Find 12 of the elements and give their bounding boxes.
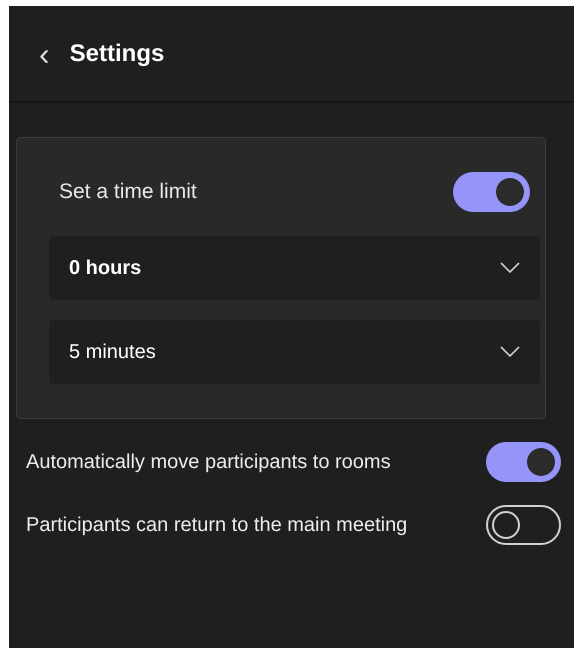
option-label: Automatically move participants to rooms [26,450,392,475]
time-limit-label: Set a time limit [59,180,197,204]
back-button[interactable]: ‹ [39,38,50,70]
toggle-switch[interactable] [453,172,530,212]
toggle-switch[interactable] [486,505,561,545]
chevron-down-icon [500,346,520,358]
option-label: Participants can return to the main meeting [26,513,408,538]
panel-title: Settings [70,40,164,68]
chevron-down-icon [500,262,520,274]
toggle-switch[interactable] [486,442,561,482]
dropdown[interactable]: 5 minutes [49,320,540,384]
dropdown[interactable]: 0 hours [49,236,540,300]
